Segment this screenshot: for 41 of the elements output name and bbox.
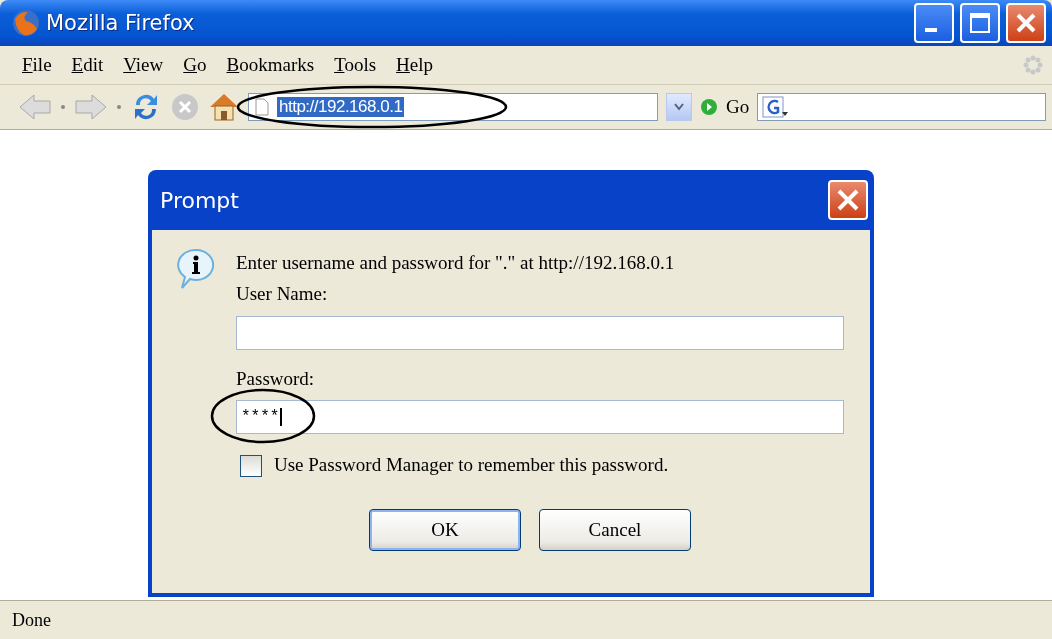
input-field[interactable]: **** (236, 400, 844, 435)
search-field[interactable] (757, 93, 1046, 121)
search-engine-icon[interactable] (762, 96, 789, 118)
menu-item[interactable]: View (115, 52, 172, 78)
menu-item[interactable]: Bookmarks (218, 52, 323, 78)
throbber-icon (1022, 54, 1044, 76)
close-button[interactable] (828, 180, 868, 220)
field-value: **** (241, 408, 283, 427)
close-icon (835, 187, 861, 213)
menu-item[interactable]: Help (388, 52, 442, 78)
input-field[interactable] (236, 315, 844, 350)
close-button[interactable] (1006, 3, 1046, 43)
minimize-icon (925, 28, 937, 32)
fox-globe-icon (12, 9, 40, 37)
status-text: Done (12, 609, 51, 631)
checkbox[interactable] (240, 454, 262, 477)
menu-item[interactable]: File (14, 52, 60, 78)
dropdown-button[interactable] (666, 93, 692, 121)
minimize-button[interactable] (914, 3, 954, 43)
dialog-title: Prompt (160, 187, 239, 213)
page-icon (255, 98, 269, 116)
info-bubble-icon (176, 248, 216, 290)
window-title: Mozilla Firefox (46, 11, 196, 35)
menu-item[interactable]: Go (175, 52, 215, 78)
checkbox-label: Use Password Manager to remember this password. (274, 454, 669, 478)
go-button[interactable]: Go (726, 96, 750, 118)
menu-item[interactable]: Edit (63, 52, 112, 78)
close-icon (1014, 11, 1038, 35)
maximize-button[interactable] (960, 3, 1000, 43)
dropdown-dot-icon[interactable] (60, 104, 66, 110)
field-label: Password: (236, 367, 316, 391)
dialog-button[interactable]: OK (369, 509, 521, 552)
dropdown-dot-icon[interactable] (116, 104, 122, 110)
address-field[interactable]: http://192.168.0.1 (248, 93, 658, 121)
field-label: User Name: (236, 282, 329, 306)
menu-item[interactable]: Tools (326, 52, 385, 78)
dialog-button[interactable]: Cancel (539, 509, 691, 552)
chevron-down-icon (674, 103, 684, 111)
home-icon[interactable] (208, 92, 240, 122)
maximize-icon (969, 12, 991, 34)
prompt-message: Enter username and password for "." at http://192.168.0.1 (236, 252, 676, 275)
